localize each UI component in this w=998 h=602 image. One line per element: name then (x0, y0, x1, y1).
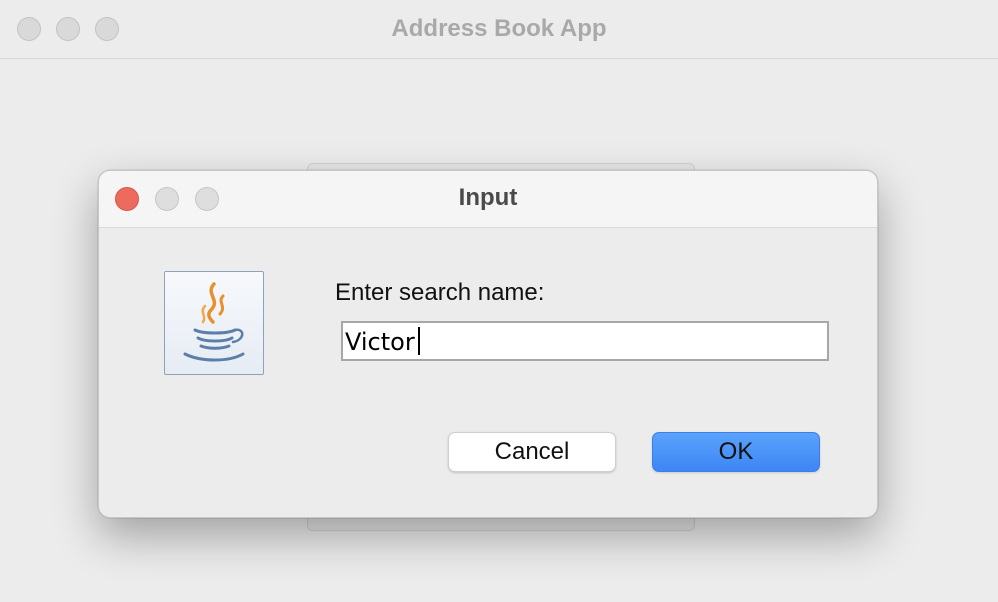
search-name-input[interactable] (341, 321, 829, 361)
ok-button[interactable]: OK (652, 432, 820, 472)
input-dialog: Input Enter search name: Cancel OK (98, 170, 878, 518)
dialog-title: Input (458, 184, 518, 211)
main-titlebar: Address Book App (0, 0, 998, 59)
java-coffee-cup-icon (164, 271, 264, 375)
main-window-title: Address Book App (391, 15, 607, 42)
dialog-titlebar: Input (99, 171, 877, 228)
cancel-button[interactable]: Cancel (448, 432, 616, 472)
prompt-label: Enter search name: (335, 279, 545, 306)
text-caret (418, 327, 420, 355)
